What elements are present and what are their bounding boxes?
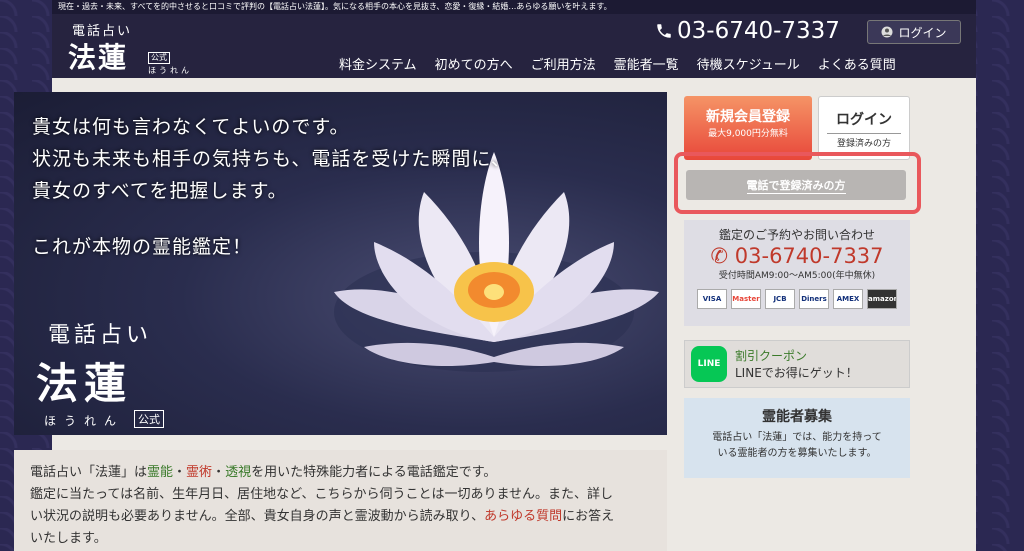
hero-line-1: 貴女は何も言わなくてよいのです。 (32, 116, 350, 138)
nav-psychics[interactable]: 霊能者一覧 (614, 54, 679, 73)
intro-text-part: 電話占い「法蓮」は (30, 465, 148, 480)
keyword-reijutsu: 霊術 (186, 465, 213, 480)
hero-brand-logo: 法蓮 (36, 359, 133, 408)
header-login-label: ログイン (898, 25, 947, 40)
line-coupon-text: LINEでお得にゲット！ (735, 366, 858, 380)
official-badge: 公式 (148, 52, 170, 64)
intro-line-2: 鑑定に当たっては名前、生年月日、居住地など、こちらから伺うことは一切ありません。… (30, 487, 614, 502)
sidebar-login-subtitle: 登録済みの方 (827, 133, 901, 149)
phone-registered-label: 電話で登録済みの方 (746, 178, 846, 194)
header-phone-number: 03-6740-7337 (677, 18, 840, 44)
nav-pricing[interactable]: 料金システム (339, 54, 417, 73)
contact-hours: 受付時間AM9:00〜AM5:00(年中無休) (718, 271, 876, 281)
recruit-banner[interactable]: 霊能者募集 電話占い「法蓮」では、能力を持って いる霊能者の方を募集いたします。 (684, 398, 910, 478)
contact-panel: 鑑定のご予約やお問い合わせ ✆ 03-6740-7337 受付時間AM9:00〜… (684, 220, 910, 326)
hero-headline: これが本物の霊能鑑定！ (32, 236, 253, 258)
logo-kana: ほうれん (148, 66, 192, 75)
hero-line-2: 状況も未来も相手の気持ちも、電話を受けた瞬間に、 (32, 148, 511, 170)
jcb-icon: JCB (765, 289, 795, 309)
top-tagline: 現在・過去・未来、すべてを的中させると口コミで評判の【電話占い法蓮】。気になる相… (52, 0, 976, 14)
nav-beginners[interactable]: 初めての方へ (435, 54, 513, 73)
main-nav: 料金システム 初めての方へ ご利用方法 霊能者一覧 待機スケジュール よくある質… (339, 54, 914, 73)
site-logo[interactable]: 法蓮 (68, 36, 128, 76)
contact-title: 鑑定のご予約やお問い合わせ (718, 228, 875, 242)
separator: ・ (173, 465, 187, 480)
amex-icon: AMEX (833, 289, 863, 309)
line-coupon-banner[interactable]: LINE 割引クーポン LINEでお得にゲット！ (684, 340, 910, 388)
diners-icon: Diners (799, 289, 829, 309)
header-phone[interactable]: 03-6740-7337 (655, 18, 840, 44)
site-header: 電話占い 法蓮 公式 ほうれん 03-6740-7337 ログイン 料金システム… (52, 14, 976, 78)
mastercard-icon: Master (731, 289, 761, 309)
phone-registered-button[interactable]: 電話で登録済みの方 (686, 170, 906, 200)
header-login-button[interactable]: ログイン (867, 20, 961, 44)
phone-icon (657, 24, 671, 38)
sidebar-login-button[interactable]: ログイン 登録済みの方 (818, 96, 910, 160)
user-icon (881, 26, 893, 38)
hero-banner: 貴女は何も言わなくてよいのです。 状況も未来も相手の気持ちも、電話を受けた瞬間に… (14, 92, 667, 435)
recruit-text-2: いる霊能者の方を募集いたします。 (717, 448, 877, 459)
nav-how-to-use[interactable]: ご利用方法 (531, 54, 596, 73)
nav-schedule[interactable]: 待機スケジュール (697, 54, 800, 73)
intro-text: 電話占い「法蓮」は霊能・霊術・透視を用いた特殊能力者による電話鑑定です。 鑑定に… (14, 450, 667, 551)
register-subtitle: 最大9,000円分無料 (708, 129, 788, 139)
register-button[interactable]: 新規会員登録 最大9,000円分無料 (684, 96, 812, 160)
intro-line-3: い状況の説明も必要ありません。全部、貴女自身の声と霊波動から読み取り、あらゆる質… (30, 506, 651, 528)
hero-brand-subtitle: 電話占い (48, 323, 153, 348)
hero-line-3: 貴女のすべてを把握します。 (32, 180, 288, 202)
keyword-reino: 霊能 (147, 465, 174, 480)
sidebar-login-title: ログイン (836, 112, 892, 128)
intro-text-part: を用いた特殊能力者による電話鑑定です。 (251, 465, 497, 480)
hero-official-badge: 公式 (134, 410, 164, 428)
intro-text-part: い状況の説明も必要ありません。全部、貴女自身の声と霊波動から読み取り、 (30, 509, 485, 524)
recruit-title: 霊能者募集 (762, 409, 832, 425)
nav-faq[interactable]: よくある質問 (818, 54, 896, 73)
visa-icon: VISA (697, 289, 727, 309)
recruit-text-1: 電話占い「法蓮」では、能力を持って (712, 432, 882, 443)
hero-brand-kana: ほうれん (44, 414, 125, 428)
keyword-all-questions: あらゆる質問 (484, 509, 563, 524)
intro-line-1: 電話占い「法蓮」は霊能・霊術・透視を用いた特殊能力者による電話鑑定です。 (30, 462, 651, 484)
contact-phone[interactable]: ✆ 03-6740-7337 (684, 244, 910, 268)
phone-icon: ✆ (710, 244, 729, 268)
intro-text-part: にお答え (562, 509, 615, 524)
separator: ・ (212, 465, 226, 480)
line-coupon-title: 割引クーポン (735, 349, 808, 363)
keyword-toushi: 透視 (225, 465, 252, 480)
payment-cards: VISA Master JCB Diners AMEX amazon pay (684, 289, 910, 309)
lotus-image (334, 152, 659, 372)
contact-phone-number: 03-6740-7337 (734, 244, 884, 268)
amazon-pay-icon: amazon pay (867, 289, 897, 309)
register-title: 新規会員登録 (706, 109, 790, 125)
intro-line-4: いたします。 (30, 531, 107, 546)
line-icon: LINE (691, 346, 727, 382)
